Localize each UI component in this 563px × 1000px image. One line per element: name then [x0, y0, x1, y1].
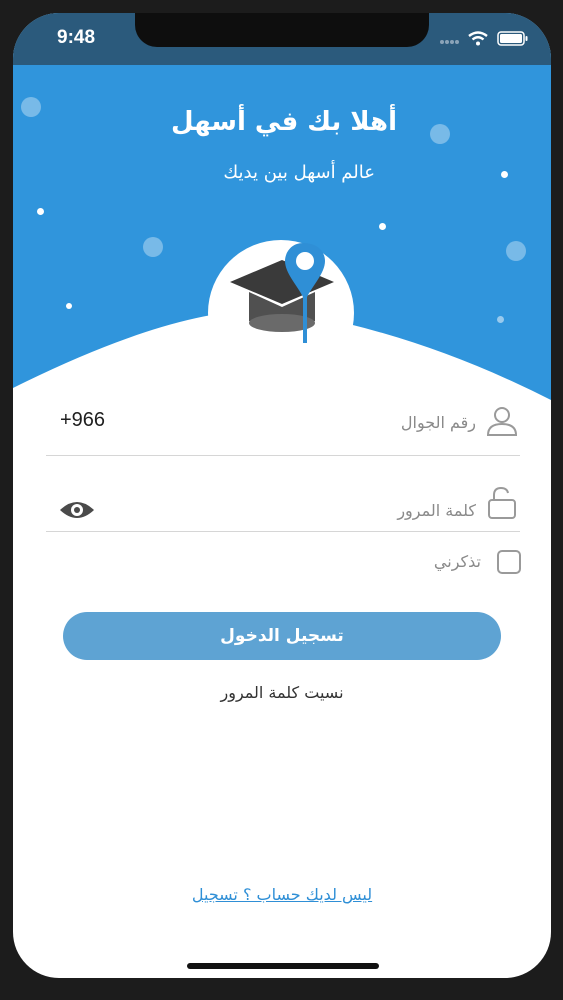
decor-bubble	[430, 124, 450, 144]
password-label: كلمة المرور	[397, 501, 476, 520]
wifi-icon	[468, 30, 488, 45]
decor-dot	[37, 208, 44, 215]
phone-field[interactable]: رقم الجوال +966	[46, 395, 520, 456]
status-bar: 9:48	[13, 13, 551, 65]
status-icons	[439, 30, 529, 46]
password-field[interactable]: كلمة المرور	[46, 471, 520, 532]
device-notch	[135, 13, 429, 47]
welcome-subtitle: عالم أسهل بين يديك	[223, 162, 375, 183]
battery-icon	[497, 30, 528, 46]
signal-icon	[440, 40, 459, 44]
lock-icon	[488, 486, 516, 519]
status-time: 9:48	[57, 27, 96, 48]
signup-link[interactable]: ليس لديك حساب ؟ تسجيل	[13, 885, 551, 904]
login-button[interactable]: تسجيل الدخول	[63, 612, 501, 660]
decor-dot	[501, 171, 508, 178]
phone-label: رقم الجوال	[400, 413, 476, 432]
home-indicator	[187, 963, 379, 969]
eye-icon[interactable]	[58, 497, 96, 523]
remember-checkbox[interactable]	[497, 550, 521, 574]
country-code[interactable]: +966	[60, 409, 105, 432]
hero-banner: أهلا بك في أسهل عالم أسهل بين يديك	[13, 13, 551, 413]
welcome-title: أهلا بك في أسهل	[171, 107, 397, 137]
user-icon	[486, 407, 518, 436]
remember-label: تذكرني	[433, 552, 481, 571]
graduation-cap-icon	[230, 243, 334, 343]
forgot-password-link[interactable]: نسيت كلمة المرور	[13, 683, 551, 702]
phone-screen: أهلا بك في أسهل عالم أسهل بين يديك 9:48	[13, 13, 551, 978]
